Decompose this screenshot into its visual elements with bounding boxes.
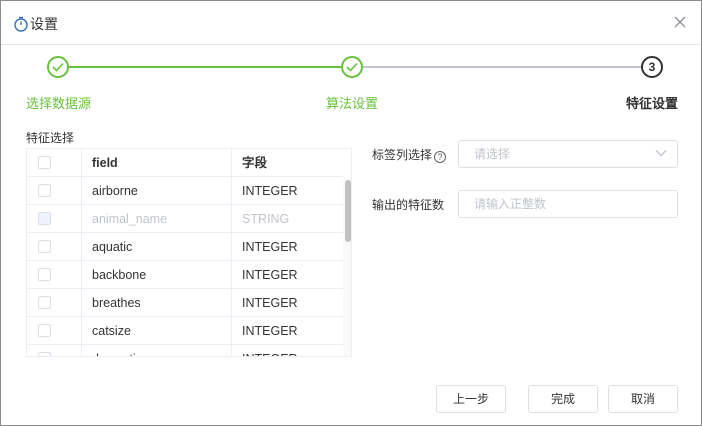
table-scrollbar[interactable]: [343, 177, 351, 356]
label-column-label: 标签列选择?: [372, 148, 447, 163]
field-cell: aquatic: [82, 233, 232, 261]
feature-section-title: 特征选择: [26, 131, 75, 145]
row-checkbox[interactable]: [38, 240, 51, 253]
settings-dialog: 设置 3 选择数据源 算法设置 特征设置 特征选择 field 字段 airbo…: [0, 0, 702, 426]
label-column-select[interactable]: 请选择: [458, 140, 678, 168]
feature-count-input[interactable]: 请输入正整数: [458, 190, 678, 218]
row-checkbox[interactable]: [38, 268, 51, 281]
dialog-header: 设置: [1, 1, 701, 45]
dialog-title: 设置: [30, 16, 58, 32]
table-header-row: field 字段: [27, 149, 343, 177]
label-column-placeholder: 请选择: [474, 147, 511, 161]
table-row[interactable]: backbone INTEGER: [27, 261, 343, 289]
check-icon: [346, 62, 358, 72]
prev-step-button[interactable]: 上一步: [436, 385, 506, 413]
chevron-down-icon: [655, 150, 667, 157]
type-cell: INTEGER: [232, 345, 343, 356]
step-connector-2: [363, 66, 641, 68]
close-icon[interactable]: [673, 15, 687, 29]
step-1-check: [47, 56, 69, 78]
row-checkbox[interactable]: [38, 324, 51, 337]
cancel-button[interactable]: 取消: [608, 385, 678, 413]
field-cell: catsize: [82, 317, 232, 345]
check-icon: [52, 62, 64, 72]
row-checkbox[interactable]: [38, 296, 51, 309]
type-cell: INTEGER: [242, 184, 298, 198]
table-row[interactable]: catsize INTEGER: [27, 317, 343, 345]
row-checkbox[interactable]: [38, 184, 51, 197]
step-3-label: 特征设置: [626, 96, 679, 111]
steps-bar: 3 选择数据源 算法设置 特征设置: [1, 56, 701, 116]
field-cell: backbone: [82, 261, 232, 289]
table-row[interactable]: breathes INTEGER: [27, 289, 343, 317]
feature-table: field 字段 airborne INTEGER animal_name ST…: [26, 148, 352, 357]
stopwatch-icon: [14, 16, 28, 32]
column-header-field: field: [82, 149, 232, 177]
field-cell: animal_name: [82, 205, 232, 233]
step-2-check: [341, 56, 363, 78]
type-cell: INTEGER: [242, 324, 298, 338]
feature-count-label: 输出的特征数: [372, 198, 445, 212]
row-checkbox-disabled: [38, 212, 51, 225]
step-1-label: 选择数据源: [26, 96, 92, 111]
feature-count-placeholder: 请输入正整数: [474, 197, 547, 211]
field-cell: breathes: [82, 289, 232, 317]
label-column-label-text: 标签列选择: [372, 148, 433, 162]
finish-button[interactable]: 完成: [528, 385, 598, 413]
table-row[interactable]: aquatic INTEGER: [27, 233, 343, 261]
field-cell: domestic: [82, 345, 232, 356]
type-cell: INTEGER: [242, 240, 298, 254]
type-cell: INTEGER: [242, 268, 298, 282]
table-row[interactable]: domestic INTEGER: [27, 345, 343, 356]
select-all-checkbox[interactable]: [38, 156, 51, 169]
question-circle-icon[interactable]: ?: [434, 151, 447, 163]
column-header-type: 字段: [242, 156, 268, 170]
step-connector-1: [69, 66, 341, 68]
row-checkbox[interactable]: [38, 352, 51, 356]
step-3-number: 3: [641, 56, 663, 78]
field-cell: airborne: [82, 177, 232, 205]
scrollbar-thumb[interactable]: [345, 180, 351, 242]
type-cell: STRING: [242, 212, 290, 226]
table-row-disabled: animal_name STRING: [27, 205, 343, 233]
table-row[interactable]: airborne INTEGER: [27, 177, 343, 205]
step-2-label: 算法设置: [326, 96, 379, 111]
type-cell: INTEGER: [242, 296, 298, 310]
